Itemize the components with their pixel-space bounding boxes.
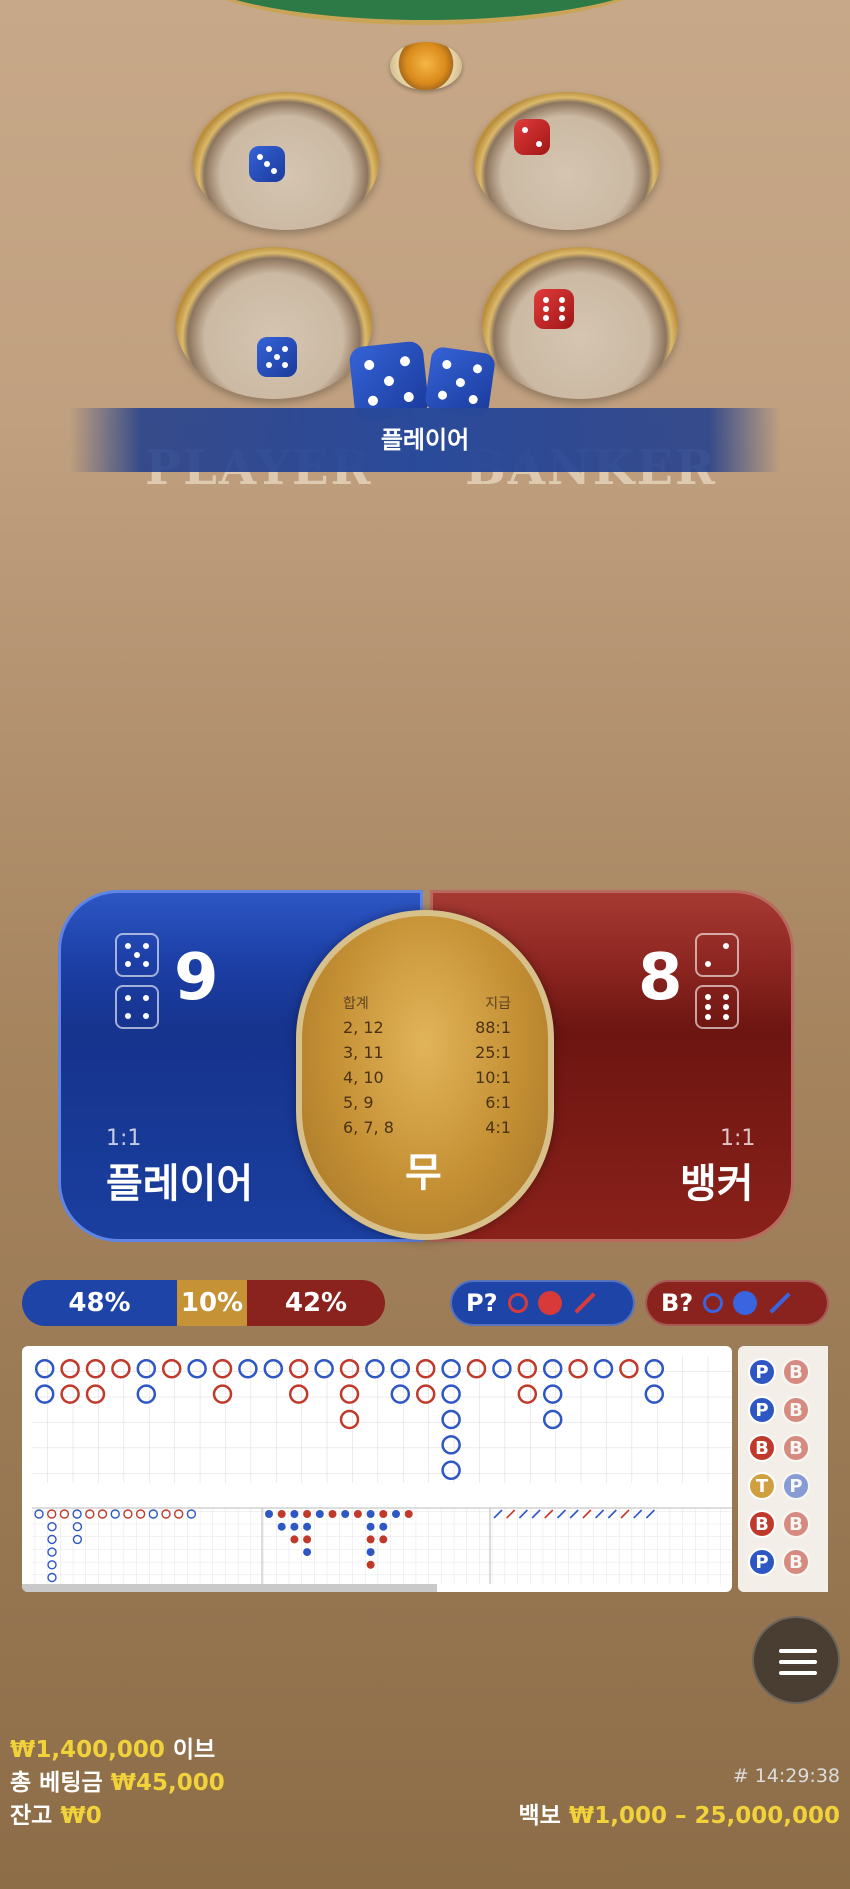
red-dot-icon	[537, 1291, 562, 1315]
balance-line: 잔고 ₩0	[10, 1796, 102, 1830]
blue-die-small	[257, 337, 297, 377]
bead-b: B	[782, 1434, 810, 1462]
player-label: 플레이어	[106, 1161, 254, 1207]
banker-label: 뱅커	[680, 1161, 754, 1207]
derived-road-mark	[303, 1535, 312, 1544]
scoreboard[interactable]	[22, 1346, 732, 1592]
total-bet-value: ₩45,000	[110, 1770, 225, 1796]
player-predict-button[interactable]: P?	[450, 1280, 635, 1326]
red-die-small	[534, 289, 574, 329]
bead-t: T	[748, 1472, 776, 1500]
derived-road-mark	[290, 1510, 299, 1518]
derived-road-mark	[366, 1548, 375, 1557]
balance-label: 잔고	[10, 1803, 53, 1829]
derived-road-mark	[290, 1535, 299, 1544]
banker-predict-button[interactable]: B?	[645, 1280, 829, 1326]
bead-p: P	[782, 1472, 810, 1500]
derived-road-mark	[353, 1510, 362, 1518]
blue-slash-icon	[769, 1292, 791, 1314]
bead-p: P	[748, 1358, 776, 1386]
bead-p: P	[748, 1396, 776, 1424]
balance-value: ₩0	[60, 1803, 102, 1829]
menu-button[interactable]	[752, 1616, 840, 1704]
derived-road-mark	[303, 1548, 312, 1557]
bead-b: B	[748, 1510, 776, 1538]
derived-road-mark	[341, 1510, 350, 1518]
paytable-header-pay: 지급	[485, 996, 511, 1012]
derived-road-mark	[392, 1510, 400, 1518]
bead-b: B	[748, 1434, 776, 1462]
total-bet-label: 총 베팅금	[10, 1770, 103, 1796]
player-score: 9	[174, 941, 219, 1015]
paytable-row: 5, 9 6:1	[343, 1093, 511, 1112]
derived-road-mark	[366, 1560, 375, 1569]
bead-b: B	[782, 1396, 810, 1424]
bead-b: B	[782, 1358, 810, 1386]
red-die-small	[514, 119, 550, 155]
banker-predict-label: B?	[661, 1289, 694, 1317]
derived-road-mark	[404, 1510, 413, 1518]
derived-road-mark	[277, 1510, 286, 1518]
total-bet-line: 총 베팅금 ₩45,000	[10, 1763, 225, 1797]
banker-die-1-icon	[695, 933, 739, 977]
paytable-row: 4, 10 10:1	[343, 1068, 511, 1087]
table-limit-line: 백보 ₩1,000 – 25,000,000	[519, 1796, 840, 1830]
bet-limit-line: ₩1,400,000 이브	[10, 1730, 215, 1764]
derived-road-mark	[277, 1522, 286, 1531]
table-rim	[180, 0, 670, 25]
blue-die-small	[249, 146, 285, 182]
game-id: # 14:29:38	[732, 1765, 840, 1787]
derived-road-mark	[265, 1510, 273, 1518]
banker-percentage: 42%	[247, 1280, 385, 1326]
bet-limit-amount: ₩1,400,000	[10, 1737, 165, 1763]
player-die-2-icon	[115, 985, 159, 1029]
derived-road-mark	[379, 1510, 388, 1518]
dice-well-top-right	[474, 92, 660, 230]
bead-b: B	[782, 1548, 810, 1576]
dice-well-bottom-right	[482, 247, 678, 399]
player-percentage: 48%	[22, 1280, 177, 1326]
banker-odds: 1:1	[720, 1126, 756, 1151]
derived-road-mark	[366, 1522, 375, 1531]
bead-road[interactable]: PBPBBBTPBBPB	[738, 1346, 828, 1592]
dice-well-top-left	[193, 92, 379, 230]
derived-road-mark	[315, 1510, 324, 1518]
result-percentage-bar: 48% 10% 42%	[22, 1280, 385, 1326]
table-limit-label: 백보	[518, 1803, 561, 1829]
paytable-header-sum: 합계	[343, 996, 369, 1012]
derived-road-mark	[366, 1510, 375, 1518]
red-slash-icon	[573, 1292, 596, 1314]
derived-road-mark	[379, 1522, 388, 1531]
tie-label: 무	[405, 1150, 442, 1196]
derived-road-mark	[379, 1535, 388, 1544]
result-banner: 플레이어	[70, 408, 780, 472]
red-ring-icon	[507, 1293, 528, 1313]
bead-p: P	[748, 1548, 776, 1576]
paytable-row: 3, 11 25:1	[343, 1043, 511, 1062]
player-odds: 1:1	[106, 1126, 142, 1151]
derived-road-mark	[366, 1535, 375, 1544]
road-grid	[22, 1356, 732, 1592]
paytable-row: 2, 12 88:1	[343, 1018, 511, 1037]
derived-road-mark	[290, 1522, 299, 1531]
tie-paytable: 합계 지급 2, 12 88:1 3, 11 25:1 4, 10 10:1 5, 96…	[343, 993, 511, 1143]
banker-die-2-icon	[695, 985, 739, 1029]
table-limit-value: ₩1,000 – 25,000,000	[568, 1803, 840, 1829]
bet-limit-suffix: 이브	[172, 1737, 216, 1763]
player-predict-label: P?	[466, 1289, 498, 1317]
derived-road-mark	[328, 1510, 337, 1518]
banker-score: 8	[638, 941, 683, 1015]
derived-road-mark	[303, 1522, 312, 1531]
player-die-1-icon	[115, 933, 159, 977]
blue-dot-icon	[733, 1291, 758, 1315]
derived-road-mark	[303, 1510, 312, 1518]
blue-ring-icon	[703, 1293, 724, 1313]
shaker-light	[390, 42, 462, 90]
bead-b: B	[782, 1510, 810, 1538]
tie-percentage: 10%	[177, 1280, 247, 1326]
